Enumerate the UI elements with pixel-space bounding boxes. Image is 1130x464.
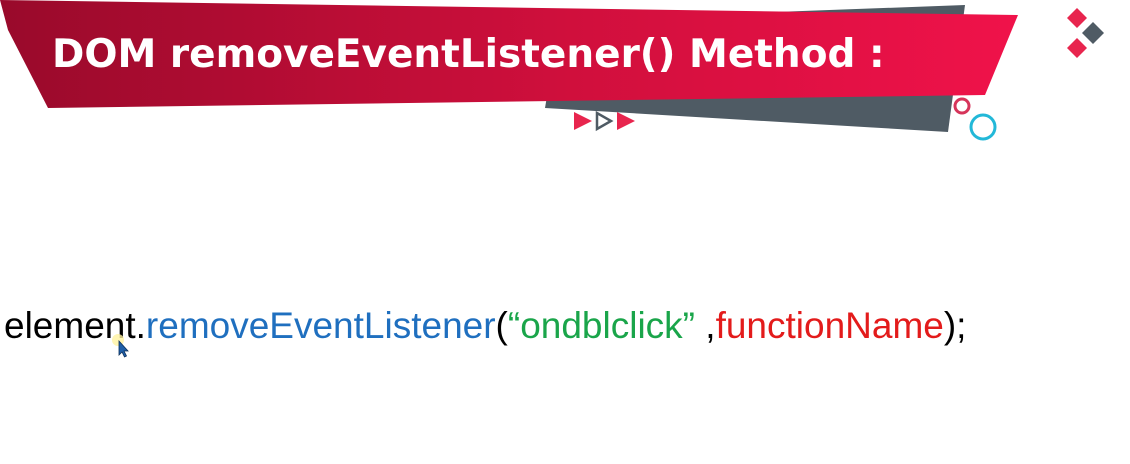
code-method-token: removeEventListener [145,305,496,346]
mouse-cursor-icon [112,334,129,358]
slide: DOM removeEventListener() Method : eleme… [0,0,1130,464]
code-close-token: ); [943,305,967,346]
decorative-circles-icon [953,97,997,141]
code-example: element.removeEventListener(“ondblclick”… [4,302,966,350]
code-separator-token: , [695,305,716,346]
diamond-logo-icon [1067,8,1104,58]
play-arrows-icon [574,110,635,132]
code-handler-token: functionName [715,305,944,346]
code-dot-token: . [135,305,146,346]
code-event-string-token: “ondblclick” [507,305,695,346]
code-open-paren-token: ( [495,305,508,346]
page-title: DOM removeEventListener() Method : [52,32,885,77]
